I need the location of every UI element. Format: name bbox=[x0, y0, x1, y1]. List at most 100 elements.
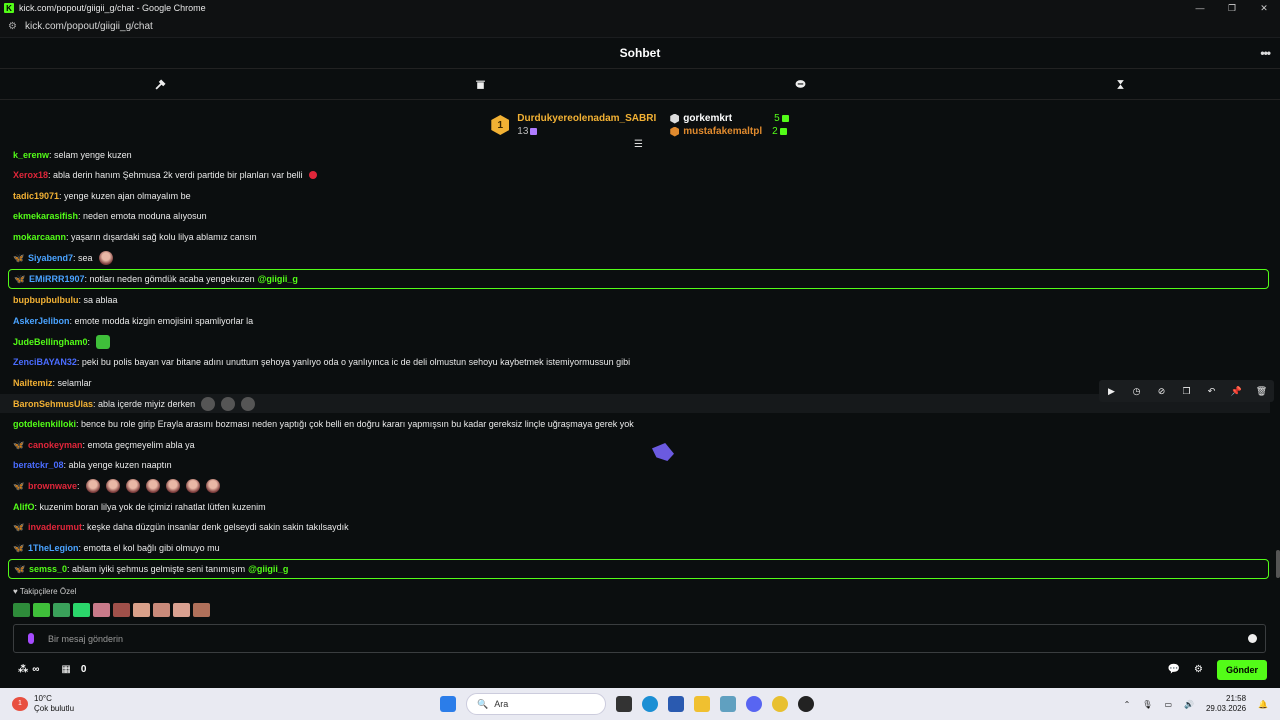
chat-message: BaronSehmusUlas: abla içerde miyiz derke… bbox=[0, 394, 1270, 413]
username[interactable]: bupbupbulbulu bbox=[13, 295, 78, 305]
emoji-picker-icon[interactable] bbox=[1248, 634, 1257, 643]
tray-chevron-icon[interactable]: ⌃ bbox=[1124, 700, 1131, 709]
chat-input[interactable]: Bir mesaj gönderin bbox=[13, 624, 1266, 653]
emote-icon[interactable] bbox=[113, 603, 130, 617]
chrome-icon[interactable] bbox=[772, 696, 788, 712]
username[interactable]: mokarcaann bbox=[13, 232, 66, 242]
weather-notif-icon: 1 bbox=[12, 697, 28, 711]
chat-scrollbar[interactable] bbox=[1276, 550, 1280, 578]
username[interactable]: invaderumut bbox=[28, 522, 82, 532]
emote-icon[interactable] bbox=[193, 603, 210, 617]
trash-icon[interactable] bbox=[320, 79, 640, 90]
discord-icon[interactable] bbox=[746, 696, 762, 712]
points-badge-icon[interactable]: ⁂ bbox=[18, 664, 28, 675]
send-button[interactable]: Gönder bbox=[1216, 659, 1267, 680]
minimize-button[interactable]: — bbox=[1184, 3, 1216, 14]
chat-settings-bubble-icon[interactable]: 💬 bbox=[1168, 664, 1180, 675]
mic-tray-icon[interactable]: 🎙 bbox=[1142, 700, 1152, 709]
system-clock[interactable]: 21:58 29.03.2026 bbox=[1206, 694, 1246, 714]
username[interactable]: Xerox18 bbox=[13, 170, 48, 180]
username[interactable]: JudeBellingham0 bbox=[13, 337, 88, 347]
username[interactable]: Nailtemiz bbox=[13, 378, 53, 388]
task-view-icon[interactable] bbox=[616, 696, 632, 712]
message-text: : abla içerde miyiz derken bbox=[93, 398, 196, 409]
collapse-leaderboard-icon[interactable]: ☰ bbox=[634, 139, 643, 150]
weather-temp: 10°C bbox=[34, 694, 52, 703]
site-settings-icon[interactable]: ⚙ bbox=[8, 21, 17, 32]
username[interactable]: gotdelenkilloki bbox=[13, 419, 76, 429]
hammer-icon[interactable] bbox=[0, 78, 320, 90]
settings-app-icon[interactable] bbox=[720, 696, 736, 712]
butterfly-badge-icon: 🦋 bbox=[14, 273, 26, 284]
hourglass-icon[interactable] bbox=[960, 79, 1280, 90]
copy-icon[interactable]: ❐ bbox=[1174, 380, 1199, 402]
username[interactable]: AlifO bbox=[13, 502, 35, 512]
emote-icon bbox=[125, 479, 140, 493]
username[interactable]: ekmekarasifish bbox=[13, 211, 78, 221]
taskbar-search[interactable]: 🔍 Ara bbox=[466, 693, 606, 715]
leaderboard-second-name[interactable]: gorkemkrt bbox=[683, 113, 732, 124]
username[interactable]: EMiRRR1907 bbox=[29, 274, 85, 284]
gem-icon bbox=[530, 127, 538, 135]
infinity-icon: ∞ bbox=[32, 664, 40, 675]
weather-widget[interactable]: 1 10°C Çok bulutlu bbox=[12, 694, 74, 714]
username[interactable]: k_erenw bbox=[13, 150, 49, 160]
emote-icon[interactable] bbox=[93, 603, 110, 617]
username[interactable]: AskerJelibon bbox=[13, 316, 70, 326]
delete-icon[interactable]: 🗑 bbox=[1249, 380, 1274, 402]
username[interactable]: 1TheLegion bbox=[28, 543, 79, 553]
window-titlebar: K kick.com/popout/giigii_g/chat - Google… bbox=[0, 0, 1280, 16]
volume-icon[interactable]: 🔊 bbox=[1184, 700, 1194, 709]
leaderboard-third-name[interactable]: mustafakemaltpl bbox=[683, 126, 762, 137]
undo-icon[interactable]: ↶ bbox=[1199, 380, 1224, 402]
emote-icon[interactable] bbox=[13, 603, 30, 617]
mic-icon[interactable] bbox=[28, 633, 34, 644]
username[interactable]: brownwave bbox=[28, 481, 77, 491]
chat-bubble-icon[interactable] bbox=[640, 79, 960, 90]
username[interactable]: tadic19071 bbox=[13, 191, 59, 201]
taskbar-search-text: Ara bbox=[494, 699, 509, 709]
close-button[interactable]: ✕ bbox=[1248, 3, 1280, 14]
pin-icon[interactable]: 📌 bbox=[1224, 380, 1249, 402]
store-app-icon[interactable] bbox=[668, 696, 684, 712]
chat-message: 🦋 invaderumut: keşke daha düzgün insanlar… bbox=[13, 518, 349, 536]
username[interactable]: beratckr_08 bbox=[13, 460, 64, 470]
edge-icon[interactable] bbox=[642, 696, 658, 712]
message-text: : neden emota moduna alıyosun bbox=[78, 211, 207, 221]
username[interactable]: Siyabend7 bbox=[28, 253, 73, 263]
search-icon: 🔍 bbox=[477, 698, 489, 709]
message-text: : selamlar bbox=[52, 378, 92, 388]
emote-icon[interactable] bbox=[133, 603, 150, 617]
clock-icon[interactable]: ◷ bbox=[1124, 380, 1149, 402]
store-icon[interactable]: ▦ bbox=[61, 664, 70, 675]
emote-icon[interactable] bbox=[73, 603, 90, 617]
username[interactable]: ZenciBAYAN32 bbox=[13, 357, 77, 367]
username[interactable]: semss_0 bbox=[29, 564, 67, 574]
file-explorer-icon[interactable] bbox=[694, 696, 710, 712]
play-icon[interactable]: ▶ bbox=[1099, 380, 1124, 402]
username[interactable]: BaronSehmusUlas bbox=[13, 399, 93, 409]
gear-icon[interactable]: ⚙ bbox=[1194, 664, 1203, 675]
windows-start-icon[interactable] bbox=[440, 696, 456, 712]
emote-icon[interactable] bbox=[33, 603, 50, 617]
emote-icon[interactable] bbox=[153, 603, 170, 617]
emote-icon bbox=[145, 479, 160, 493]
emote-icon bbox=[85, 479, 100, 493]
mention[interactable]: @giigii_g bbox=[258, 274, 298, 284]
network-icon[interactable]: ▭ bbox=[1164, 700, 1172, 709]
emote-icon[interactable] bbox=[173, 603, 190, 617]
address-bar[interactable]: ⚙ kick.com/popout/giigii_g/chat bbox=[0, 16, 1280, 38]
message-text: : notları neden gömdük acaba yengekuzen bbox=[84, 274, 255, 284]
emote-icon[interactable] bbox=[53, 603, 70, 617]
more-options-icon[interactable]: ••• bbox=[1260, 46, 1271, 60]
gift-leaderboard: 1 Durdukyereolenadam_SABRI 13 gorkemkrt 5… bbox=[0, 100, 1280, 150]
notification-bell-icon[interactable]: 🔔 bbox=[1258, 700, 1268, 709]
steam-icon[interactable] bbox=[798, 696, 814, 712]
leaderboard-first-name[interactable]: Durdukyereolenadam_SABRI bbox=[517, 113, 656, 124]
hide-icon[interactable]: ⊘ bbox=[1149, 380, 1174, 402]
restore-button[interactable]: ❐ bbox=[1216, 3, 1248, 14]
mention[interactable]: @giigii_g bbox=[248, 564, 288, 574]
windows-taskbar: 1 10°C Çok bulutlu 🔍 Ara ⌃ 🎙 ▭ 🔊 21:58 29.0… bbox=[0, 688, 1280, 720]
username[interactable]: canokeyman bbox=[28, 440, 83, 450]
emote-quick-bar bbox=[13, 603, 210, 617]
